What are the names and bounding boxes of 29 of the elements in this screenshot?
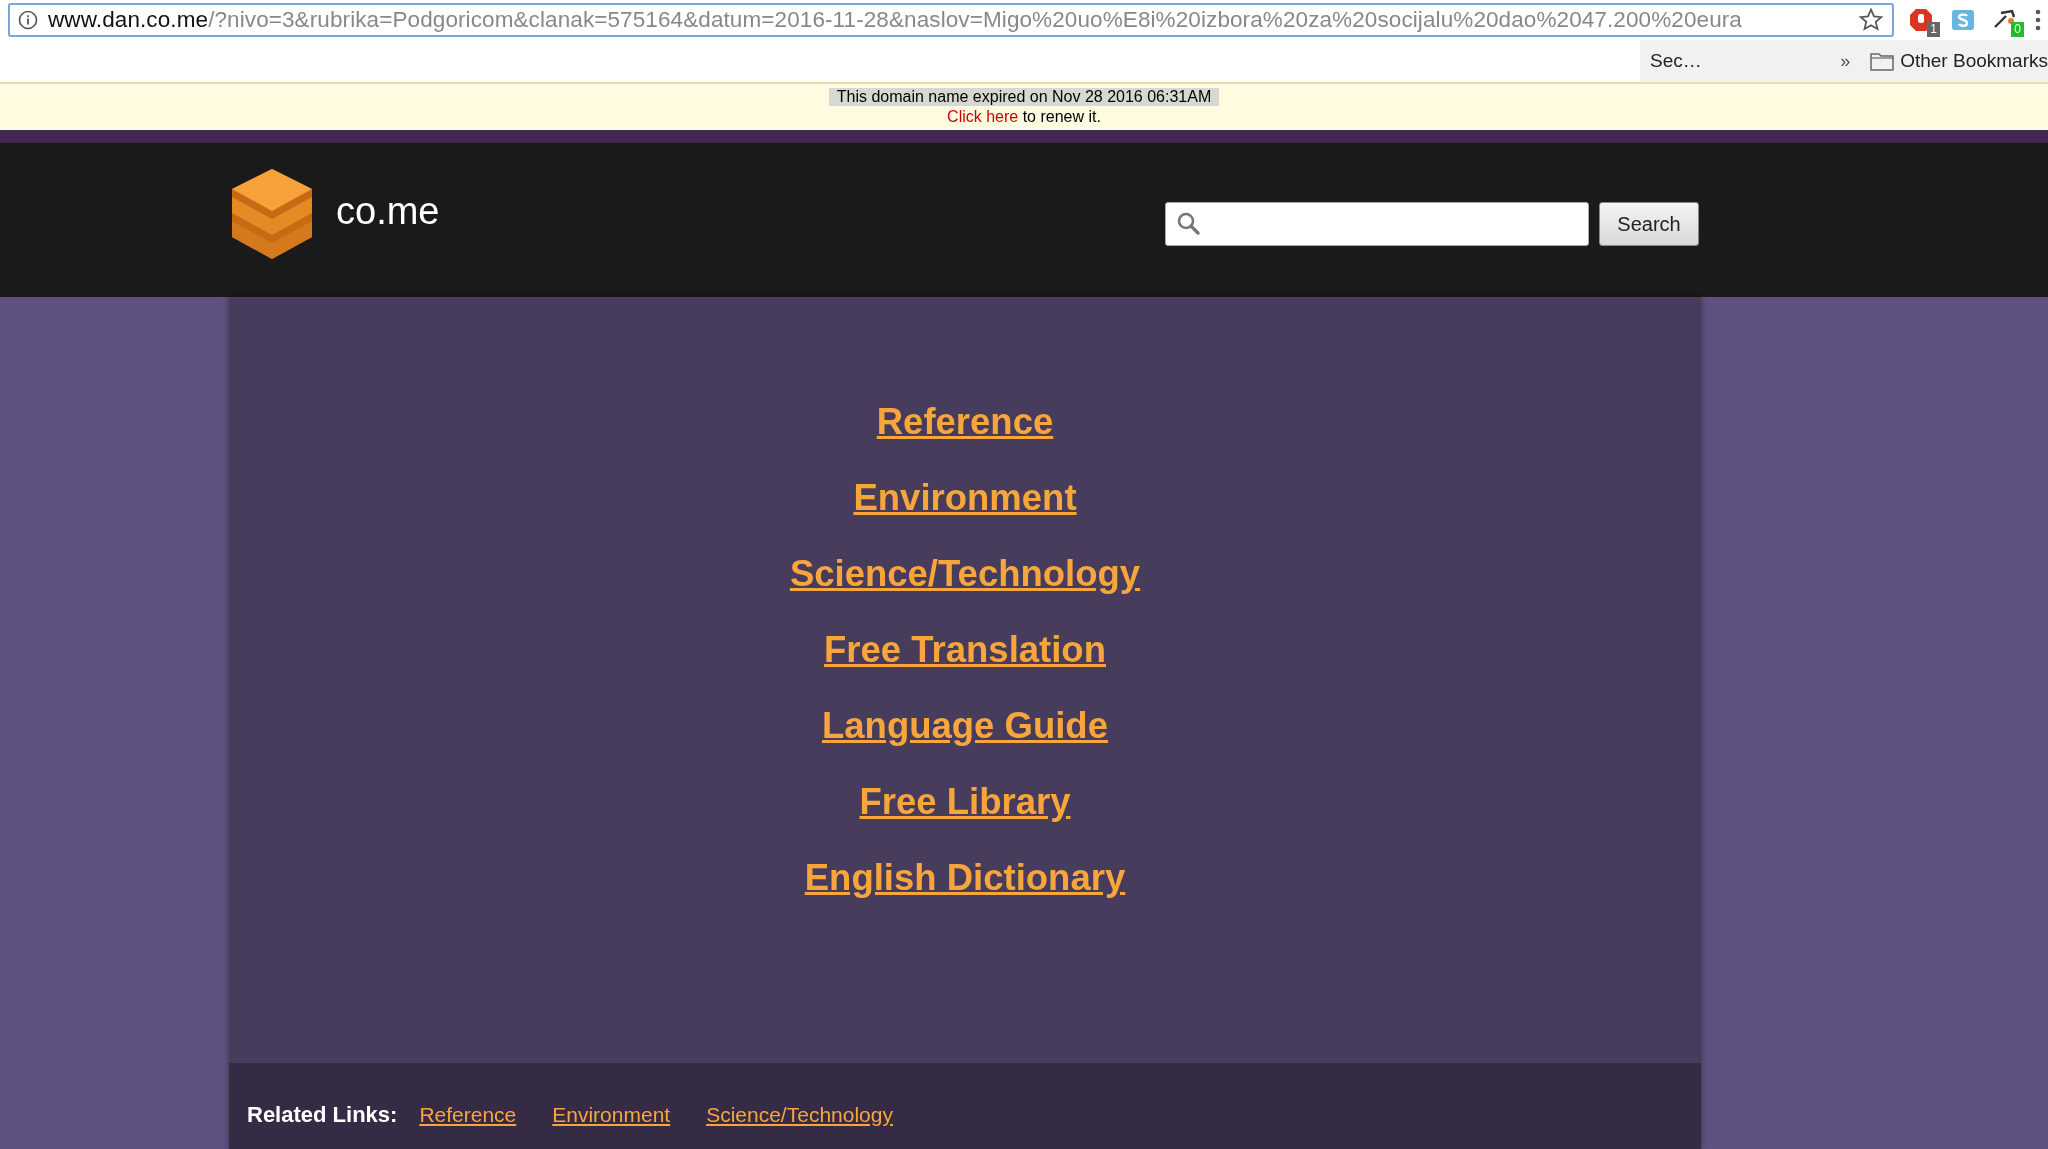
related-links-label: Related Links: xyxy=(247,1102,398,1128)
category-link[interactable]: English Dictionary xyxy=(804,857,1126,899)
related-link[interactable]: Reference xyxy=(419,1103,517,1127)
search-icon xyxy=(1176,211,1202,237)
bookmark-item[interactable]: Sec… xyxy=(1650,50,1702,72)
category-link[interactable]: Science/Technology xyxy=(789,553,1141,595)
renew-message: Click here to renew it. xyxy=(947,108,1101,126)
other-bookmarks-button[interactable]: Other Bookmarks xyxy=(1870,50,2048,72)
related-link[interactable]: Science/Technology xyxy=(706,1103,893,1127)
extension-badge: 0 xyxy=(2011,22,2024,37)
search-field[interactable] xyxy=(1165,202,1589,246)
category-link[interactable]: Free Library xyxy=(859,781,1071,823)
site-logo-text: co.me xyxy=(336,189,440,233)
search-button[interactable]: Search xyxy=(1599,202,1699,246)
category-link[interactable]: Environment xyxy=(853,477,1077,519)
bookmark-star-icon[interactable] xyxy=(1858,7,1884,33)
folder-icon xyxy=(1870,51,1895,71)
address-bar[interactable]: www.dan.co.me/?nivo=3&rubrika=Podgoricom&clanak=575164&datum=2016-11-28&naslov=Migo%20uo%E8i%20izbora%20za%20socijalu%20dao%2047.200%20eura xyxy=(8,3,1894,37)
info-icon[interactable] xyxy=(18,10,38,30)
layered-cube-logo-icon xyxy=(230,167,314,261)
category-link[interactable]: Free Translation xyxy=(824,629,1106,671)
related-link[interactable]: Environment xyxy=(552,1103,671,1127)
extension-badge: 1 xyxy=(1927,22,1940,37)
expiry-notice: This domain name expired on Nov 28 2016 06:31AM xyxy=(828,88,1220,106)
category-link[interactable]: Language Guide xyxy=(822,705,1108,747)
menu-icon[interactable] xyxy=(2034,7,2042,33)
bookmarks-overflow-button[interactable]: » xyxy=(1834,50,1857,72)
renew-link[interactable]: Click here xyxy=(947,108,1019,125)
category-link[interactable]: Reference xyxy=(876,401,1054,443)
